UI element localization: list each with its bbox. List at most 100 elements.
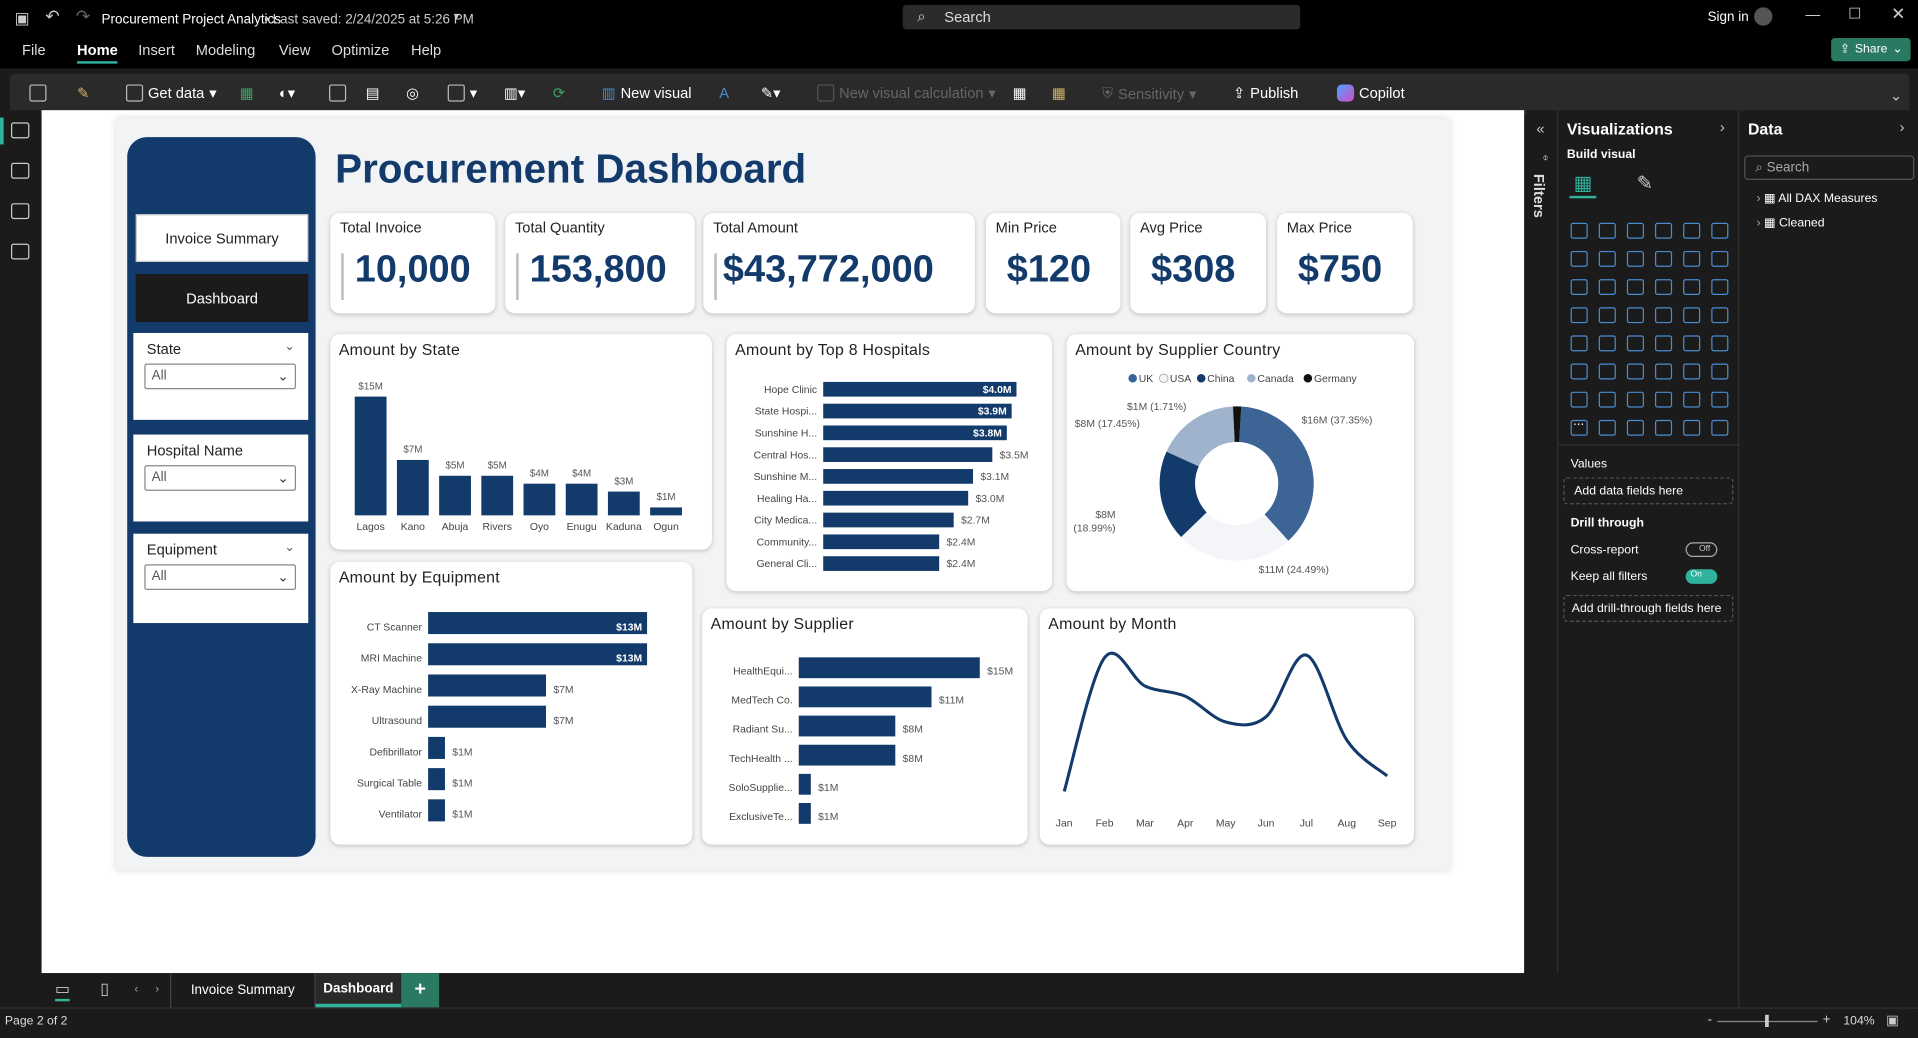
visual-type-icon[interactable]	[1683, 335, 1701, 352]
amount-by-equipment-chart[interactable]: Amount by Equipment CT Scanner $13M MRI Ma…	[330, 561, 693, 845]
amount-by-hospital-chart[interactable]: Amount by Top 8 Hospitals Hope Clinic $4.…	[726, 334, 1052, 592]
cross-report-toggle[interactable]: Off	[1685, 542, 1718, 557]
quick-measure-button[interactable]: ▦	[1052, 84, 1066, 101]
visual-type-icon[interactable]	[1626, 391, 1644, 408]
visual-type-icon[interactable]	[1598, 222, 1616, 239]
bar[interactable]	[607, 491, 640, 516]
more-visuals-button[interactable]: ✎▾	[761, 84, 781, 101]
format-visual-icon[interactable]: ✎	[1637, 171, 1653, 195]
kpi-total-invoice[interactable]: Total Invoice 10,000	[330, 212, 496, 314]
zoom-slider-thumb[interactable]	[1765, 1014, 1769, 1028]
visual-type-icon[interactable]	[1626, 419, 1644, 436]
onelake-button[interactable]: ◐▾	[279, 84, 295, 101]
visual-type-icon[interactable]	[1711, 391, 1729, 408]
add-drill-through-well[interactable]: Add drill-through fields here	[1563, 594, 1734, 622]
paste-button[interactable]	[29, 84, 47, 102]
bar[interactable]	[798, 686, 932, 708]
fit-page-icon[interactable]: ▣	[1886, 1012, 1899, 1029]
bar[interactable]	[428, 799, 445, 822]
visual-type-icon[interactable]	[1570, 391, 1588, 408]
donut-slice[interactable]	[1239, 406, 1314, 541]
bar[interactable]	[798, 803, 811, 824]
zoom-in-icon[interactable]: +	[1823, 1012, 1831, 1027]
bar[interactable]	[823, 469, 973, 484]
ribbon-collapse-icon[interactable]: ⌄	[1890, 87, 1902, 104]
visual-type-icon[interactable]	[1654, 250, 1673, 267]
visual-type-icon[interactable]	[1626, 335, 1644, 352]
sign-in-link[interactable]: Sign in	[1708, 10, 1749, 25]
more-visuals-icon[interactable]: ...	[1573, 414, 1584, 429]
dataverse-button[interactable]: ◎	[406, 84, 419, 101]
menu-insert[interactable]: Insert	[138, 42, 175, 59]
add-data-fields-well[interactable]: Add data fields here	[1563, 477, 1734, 505]
get-data-button[interactable]: Get data ▾	[125, 84, 217, 102]
amount-by-month-chart[interactable]: Amount by Month Jan Feb Mar Apr May Jun Jul Aug…	[1039, 608, 1415, 845]
visual-type-icon[interactable]	[1626, 250, 1644, 267]
bar[interactable]	[823, 556, 940, 571]
expand-icon[interactable]: ›	[1900, 119, 1905, 136]
zoom-out-icon[interactable]: -	[1708, 1012, 1712, 1027]
visual-type-icon[interactable]	[1598, 250, 1616, 267]
collapse-icon[interactable]: «	[1536, 120, 1544, 137]
bar[interactable]	[428, 674, 547, 697]
bar[interactable]	[823, 534, 940, 550]
visual-type-icon[interactable]	[1598, 307, 1616, 324]
publish-button[interactable]: ⇪ Publish	[1233, 84, 1298, 101]
refresh-button[interactable]: ⟳	[553, 84, 565, 101]
chevron-down-icon[interactable]: ⌄	[285, 541, 295, 554]
expand-icon[interactable]: ›	[1720, 119, 1725, 136]
enter-data-button[interactable]: ▤	[366, 84, 380, 101]
state-dropdown[interactable]: All ⌄	[144, 363, 297, 390]
copilot-button[interactable]: Copilot	[1336, 84, 1405, 102]
bar[interactable]	[823, 490, 969, 506]
visual-type-icon[interactable]	[1683, 307, 1701, 324]
visual-type-icon[interactable]	[1570, 363, 1588, 380]
visual-type-icon[interactable]	[1626, 222, 1644, 239]
menu-help[interactable]: Help	[411, 42, 441, 59]
bar[interactable]	[428, 768, 445, 791]
visual-type-icon[interactable]	[1711, 250, 1729, 267]
report-view-icon[interactable]	[11, 122, 30, 139]
visual-type-icon[interactable]	[1711, 419, 1729, 436]
bar[interactable]	[396, 459, 429, 516]
add-page-button[interactable]: +	[401, 973, 440, 1008]
kpi-total-quantity[interactable]: Total Quantity 153,800	[505, 212, 695, 314]
visual-type-icon[interactable]	[1711, 222, 1729, 239]
data-search-input[interactable]: ⌕ Search	[1744, 155, 1915, 180]
minimize-icon[interactable]: —	[1805, 6, 1820, 23]
visual-type-icon[interactable]	[1683, 222, 1701, 239]
bar[interactable]	[428, 612, 648, 635]
new-visual-button[interactable]: ▥ New visual	[602, 84, 692, 101]
visual-type-icon[interactable]	[1654, 335, 1673, 352]
tab-dashboard[interactable]: Dashboard	[315, 973, 402, 1008]
chevron-down-icon[interactable]: ▾	[454, 10, 460, 23]
bar[interactable]	[481, 475, 514, 516]
kpi-max-price[interactable]: Max Price $750	[1277, 212, 1413, 314]
visual-type-icon[interactable]	[1626, 307, 1644, 324]
invoice-summary-button[interactable]: Invoice Summary	[135, 214, 309, 262]
visual-type-icon[interactable]	[1683, 279, 1701, 296]
amount-by-supplier-country-chart[interactable]: Amount by Supplier Country UK USA China Can…	[1066, 334, 1415, 592]
bar[interactable]	[798, 744, 896, 766]
visual-type-icon[interactable]	[1598, 335, 1616, 352]
legend-marker[interactable]	[1159, 373, 1169, 383]
close-icon[interactable]: ✕	[1891, 4, 1905, 25]
dax-query-view-icon[interactable]	[11, 243, 30, 260]
bar[interactable]	[798, 715, 896, 737]
sql-button[interactable]	[329, 84, 347, 102]
legend-marker[interactable]	[1303, 373, 1313, 383]
visual-type-icon[interactable]	[1598, 419, 1616, 436]
model-view-icon[interactable]	[11, 203, 30, 220]
table-item-all-dax-measures[interactable]: › ▦ All DAX Measures	[1757, 192, 1878, 205]
visual-type-icon[interactable]	[1683, 363, 1701, 380]
avatar[interactable]	[1754, 7, 1773, 26]
legend-marker[interactable]	[1196, 373, 1206, 383]
table-view-icon[interactable]	[11, 162, 30, 179]
visual-type-icon[interactable]	[1683, 391, 1701, 408]
bar[interactable]	[798, 773, 811, 795]
kpi-total-amount[interactable]: Total Amount $43,772,000	[703, 212, 975, 314]
mobile-layout-icon[interactable]: ▯	[100, 979, 109, 999]
visual-type-icon[interactable]	[1711, 279, 1729, 296]
visual-type-icon[interactable]	[1711, 363, 1729, 380]
new-measure-button[interactable]: ▦	[1013, 84, 1027, 101]
